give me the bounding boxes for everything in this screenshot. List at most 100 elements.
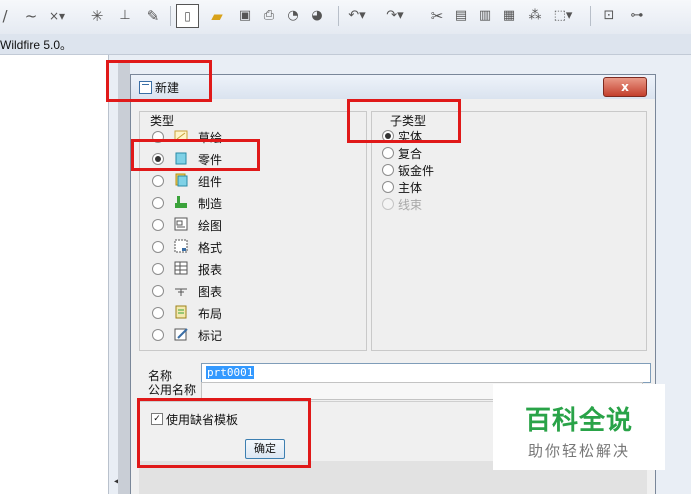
type-radio[interactable] — [152, 131, 164, 143]
type-option-layout[interactable]: 布局 — [152, 304, 352, 322]
subtype-label: 线束 — [398, 198, 423, 212]
subtype-group: 子类型 实体 复合 钣金件 主体 线束 — [371, 111, 647, 351]
type-option-diagram[interactable]: 图表 — [152, 282, 352, 300]
send-to-icon[interactable]: ◕ — [306, 5, 328, 27]
spline-icon[interactable]: ~ — [20, 5, 42, 27]
datum-plane-icon[interactable]: ✳ — [86, 5, 108, 27]
subtype-option-harness: 线束 — [382, 196, 502, 212]
type-option-sketch[interactable]: 草绘 — [152, 128, 352, 146]
close-button[interactable]: x — [603, 77, 647, 97]
sketch-tool-icon[interactable]: ✎ — [142, 5, 164, 27]
markup-icon — [174, 327, 188, 341]
datum-axis-icon[interactable]: ⊥ — [114, 5, 136, 27]
use-default-template-checkbox[interactable]: ✓ — [151, 413, 163, 425]
subtype-label: 钣金件 — [398, 164, 435, 178]
use-default-template-label: 使用缺省模板 — [166, 413, 239, 427]
curve-icon[interactable]: / — [0, 5, 16, 27]
type-radio[interactable] — [152, 285, 164, 297]
subtype-radio[interactable] — [382, 164, 394, 176]
app-title: Wildfire 5.0。 — [0, 38, 73, 52]
app-window: / ~ ×▾ ✳ ⊥ ✎ ▯ ▰ ▣ ⎙ ◔ ◕ ↶▾ ↷▾ ✂ ▤ ▥ ▦ ⁂… — [0, 0, 691, 494]
type-radio[interactable] — [152, 329, 164, 341]
subtype-option-sheetmetal[interactable]: 钣金件 — [382, 162, 502, 178]
type-radio[interactable] — [152, 241, 164, 253]
save-icon[interactable]: ▣ — [234, 5, 256, 27]
type-radio[interactable] — [152, 175, 164, 187]
copy-icon[interactable]: ▤ — [450, 5, 472, 27]
watermark-subtitle: 助你轻松解决 — [527, 442, 630, 460]
undo-icon[interactable]: ↶▾ — [346, 5, 368, 27]
paste-special-icon[interactable]: ▦ — [498, 5, 520, 27]
main-toolbar: / ~ ×▾ ✳ ⊥ ✎ ▯ ▰ ▣ ⎙ ◔ ◕ ↶▾ ↷▾ ✂ ▤ ▥ ▦ ⁂… — [0, 0, 691, 35]
toolbar-separator — [590, 6, 591, 26]
navigator-pane[interactable] — [0, 55, 109, 494]
type-label: 制造 — [198, 197, 223, 211]
cut-icon[interactable]: ✂ — [426, 5, 448, 27]
type-radio[interactable] — [152, 219, 164, 231]
assembly-icon — [174, 173, 188, 187]
new-file-icon[interactable]: ▯ — [176, 4, 199, 28]
subtype-radio[interactable] — [382, 181, 394, 193]
model-tree-icon[interactable]: ⊶ — [626, 5, 648, 27]
subtype-label: 实体 — [398, 130, 423, 144]
select-box-icon[interactable]: ⬚▾ — [552, 5, 574, 27]
sketch-icon — [174, 129, 188, 143]
type-label: 绘图 — [198, 219, 223, 233]
layout-icon — [174, 305, 188, 319]
type-option-assembly[interactable]: 组件 — [152, 172, 352, 190]
subtype-option-solid[interactable]: 实体 — [382, 128, 502, 144]
subtype-group-title: 子类型 — [390, 114, 427, 128]
type-group: 类型 草绘 零件 组件 制造 绘图 格式 报表 图表 布局 标记 — [139, 111, 367, 351]
type-option-manufacturing[interactable]: 制造 — [152, 194, 352, 212]
subtype-radio[interactable] — [382, 130, 394, 142]
common-name-label: 公用名称 — [148, 383, 197, 397]
type-label: 布局 — [198, 307, 223, 321]
subtype-label: 复合 — [398, 147, 423, 161]
type-radio[interactable] — [152, 197, 164, 209]
format-icon — [174, 239, 188, 253]
watermark-logo: 百科全说 助你轻松解决 — [493, 384, 665, 470]
regenerate-icon[interactable]: ⁂ — [524, 5, 546, 27]
diagram-icon — [174, 283, 188, 297]
type-label: 零件 — [198, 153, 223, 167]
send-icon[interactable]: ◔ — [282, 5, 304, 27]
type-label: 报表 — [198, 263, 223, 277]
print-icon[interactable]: ⎙ — [258, 5, 280, 27]
paste-icon[interactable]: ▥ — [474, 5, 496, 27]
dialog-backdrop — [118, 60, 130, 494]
subtype-radio — [382, 198, 394, 210]
window-icon[interactable]: ⊡ — [598, 5, 620, 27]
type-option-format[interactable]: 格式 — [152, 238, 352, 256]
type-label: 标记 — [198, 329, 223, 343]
subtype-label: 主体 — [398, 181, 423, 195]
watermark-title: 百科全说 — [524, 406, 633, 436]
toolbar-separator — [338, 6, 339, 26]
type-option-report[interactable]: 报表 — [152, 260, 352, 278]
datum-point-icon[interactable]: ×▾ — [46, 5, 68, 27]
type-label: 组件 — [198, 175, 223, 189]
type-label: 草绘 — [198, 131, 223, 145]
name-input[interactable]: prt0001 — [201, 363, 651, 383]
title-bar: Wildfire 5.0。 — [0, 34, 691, 55]
subtype-radio[interactable] — [382, 147, 394, 159]
subtype-option-composite[interactable]: 复合 — [382, 145, 502, 161]
name-input-value: prt0001 — [206, 366, 255, 379]
type-option-drawing[interactable]: 绘图 — [152, 216, 352, 234]
redo-icon[interactable]: ↷▾ — [384, 5, 406, 27]
toolbar-separator — [170, 6, 171, 26]
type-option-markup[interactable]: 标记 — [152, 326, 352, 344]
type-radio[interactable] — [152, 307, 164, 319]
dialog-title-bar: 新建 x — [131, 75, 655, 99]
ok-button[interactable]: 确定 — [245, 439, 285, 459]
part-icon — [174, 151, 188, 165]
report-icon — [174, 261, 188, 275]
type-radio[interactable] — [152, 263, 164, 275]
open-folder-icon[interactable]: ▰ — [206, 5, 228, 27]
type-label: 图表 — [198, 285, 223, 299]
subtype-option-bulk[interactable]: 主体 — [382, 179, 502, 195]
dialog-window-icon — [139, 81, 152, 94]
type-radio[interactable] — [152, 153, 164, 165]
type-option-part[interactable]: 零件 — [152, 150, 352, 168]
manufacturing-icon — [174, 195, 188, 209]
type-group-title: 类型 — [150, 114, 175, 128]
